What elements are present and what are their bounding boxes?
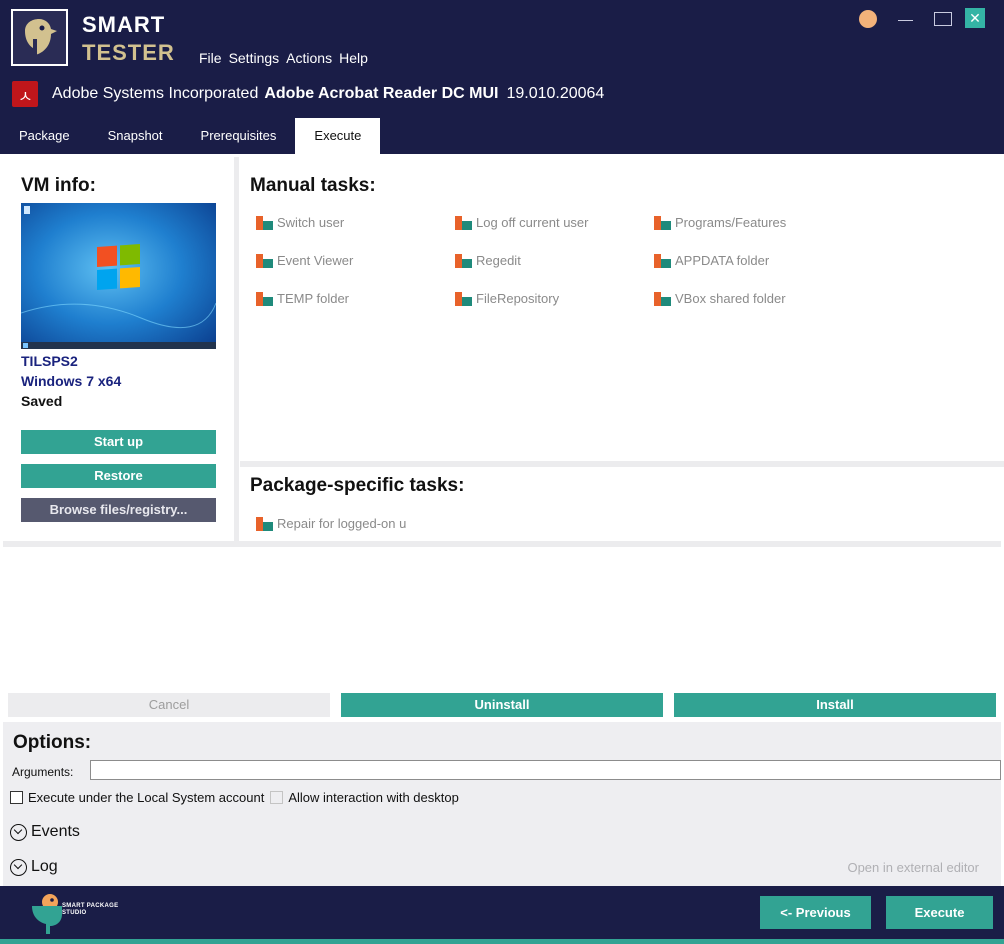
product-version: 19.010.20064 xyxy=(506,85,605,102)
task-icon xyxy=(256,215,273,230)
task-switch-user[interactable]: Switch user xyxy=(256,215,344,230)
execute-button[interactable]: Execute xyxy=(886,896,993,929)
vm-screenshot xyxy=(21,203,216,349)
uninstall-button[interactable]: Uninstall xyxy=(341,693,663,717)
task-icon xyxy=(455,253,472,268)
manual-tasks-title: Manual tasks: xyxy=(250,175,376,196)
product-vendor: Adobe Systems Incorporated xyxy=(52,85,259,102)
task-label: Switch user xyxy=(277,215,345,230)
log-expander[interactable]: Log xyxy=(10,858,58,876)
options-title: Options: xyxy=(13,732,92,753)
footer-logo-line-1: SMART PACKAGE xyxy=(62,903,119,909)
open-external-editor-link[interactable]: Open in external editor xyxy=(847,860,979,875)
task-file-repository[interactable]: FileRepository xyxy=(455,291,559,306)
task-icon xyxy=(654,291,671,306)
arguments-label: Arguments: xyxy=(12,765,74,779)
task-temp-folder[interactable]: TEMP folder xyxy=(256,291,349,306)
task-repair-logged-on[interactable]: Repair for logged-on u xyxy=(256,516,406,531)
options-panel: Options: Arguments: Execute under the Lo… xyxy=(3,722,1001,886)
tab-execute[interactable]: Execute xyxy=(295,118,381,154)
arguments-input[interactable] xyxy=(90,760,1001,780)
app-footer: SMART PACKAGE STUDIO <- Previous Execute xyxy=(0,886,1004,944)
smart-tester-logo xyxy=(11,9,68,66)
options-checkbox-row: Execute under the Local System account A… xyxy=(10,790,465,805)
cancel-button[interactable]: Cancel xyxy=(8,693,330,717)
menu-actions[interactable]: Actions xyxy=(286,50,339,66)
app-header: SMART TESTER File Settings Actions Help … xyxy=(0,0,1004,154)
vm-name: TILSPS2 xyxy=(21,353,78,369)
browse-files-registry-button[interactable]: Browse files/registry... xyxy=(21,498,216,522)
task-appdata-folder[interactable]: APPDATA folder xyxy=(654,253,769,268)
menu-settings[interactable]: Settings xyxy=(229,50,287,66)
panel-divider xyxy=(234,157,239,543)
vm-os: Windows 7 x64 xyxy=(21,373,122,389)
task-icon xyxy=(654,215,671,230)
menu-help[interactable]: Help xyxy=(339,50,375,66)
tab-package[interactable]: Package xyxy=(0,118,89,154)
menu-bar: File Settings Actions Help xyxy=(199,50,375,66)
task-icon xyxy=(654,253,671,268)
task-programs-features[interactable]: Programs/Features xyxy=(654,215,786,230)
user-icon[interactable] xyxy=(859,10,877,28)
smart-package-studio-logo xyxy=(32,894,62,934)
menu-file[interactable]: File xyxy=(199,50,229,66)
previous-button[interactable]: <- Previous xyxy=(760,896,871,929)
maximize-icon[interactable] xyxy=(934,12,952,26)
chevron-down-icon xyxy=(10,823,27,841)
acrobat-icon xyxy=(12,81,38,107)
task-log-off[interactable]: Log off current user xyxy=(455,215,589,230)
local-system-checkbox[interactable] xyxy=(10,791,23,804)
task-vbox-shared-folder[interactable]: VBox shared folder xyxy=(654,291,786,306)
vm-state: Saved xyxy=(21,393,63,409)
task-label: TEMP folder xyxy=(277,291,350,306)
section-divider-bottom xyxy=(3,541,1001,547)
task-label: Programs/Features xyxy=(675,215,787,230)
vm-info-panel: VM info: TILSPS2 Windows 7 x64 Saved Sta… xyxy=(3,157,233,541)
task-icon xyxy=(455,215,472,230)
product-name: Adobe Acrobat Reader DC MUI xyxy=(264,85,499,102)
package-tasks-title: Package-specific tasks: xyxy=(250,475,465,496)
tab-snapshot[interactable]: Snapshot xyxy=(89,118,182,154)
task-label: Event Viewer xyxy=(277,253,354,268)
events-expander[interactable]: Events xyxy=(10,823,80,841)
task-label: APPDATA folder xyxy=(675,253,770,268)
tab-prerequisites[interactable]: Prerequisites xyxy=(182,118,296,154)
desktop-interaction-checkbox[interactable] xyxy=(270,791,284,804)
brand-name-line-2: TESTER xyxy=(82,40,175,65)
desktop-interaction-label: Allow interaction with desktop xyxy=(288,790,459,805)
task-event-viewer[interactable]: Event Viewer xyxy=(256,253,353,268)
footer-accent-strip xyxy=(0,939,1004,944)
brand-name-line-1: SMART xyxy=(82,12,166,37)
chevron-down-icon xyxy=(10,858,27,876)
task-label: Log off current user xyxy=(476,215,589,230)
start-up-button[interactable]: Start up xyxy=(21,430,216,454)
close-icon[interactable]: ✕ xyxy=(965,8,985,28)
task-icon xyxy=(256,253,273,268)
footer-logo-line-2: STUDIO xyxy=(62,910,87,916)
vm-info-title: VM info: xyxy=(21,175,96,196)
task-label: FileRepository xyxy=(476,291,560,306)
restore-button[interactable]: Restore xyxy=(21,464,216,488)
task-icon xyxy=(256,516,273,531)
install-button[interactable]: Install xyxy=(674,693,996,717)
task-regedit[interactable]: Regedit xyxy=(455,253,521,268)
task-label: Regedit xyxy=(476,253,521,268)
minimize-icon[interactable] xyxy=(898,9,914,31)
footer-logo-text: SMART PACKAGE STUDIO xyxy=(62,903,118,917)
task-icon xyxy=(455,291,472,306)
tab-bar: Package Snapshot Prerequisites Execute xyxy=(0,118,381,154)
local-system-label: Execute under the Local System account xyxy=(28,790,265,805)
task-icon xyxy=(256,291,273,306)
product-row: Adobe Systems Incorporated Adobe Acrobat… xyxy=(12,81,604,107)
task-label: VBox shared folder xyxy=(675,291,786,306)
events-label: Events xyxy=(31,823,80,840)
task-label: Repair for logged-on u xyxy=(277,516,407,531)
section-divider xyxy=(240,461,1004,467)
log-label: Log xyxy=(31,858,58,875)
